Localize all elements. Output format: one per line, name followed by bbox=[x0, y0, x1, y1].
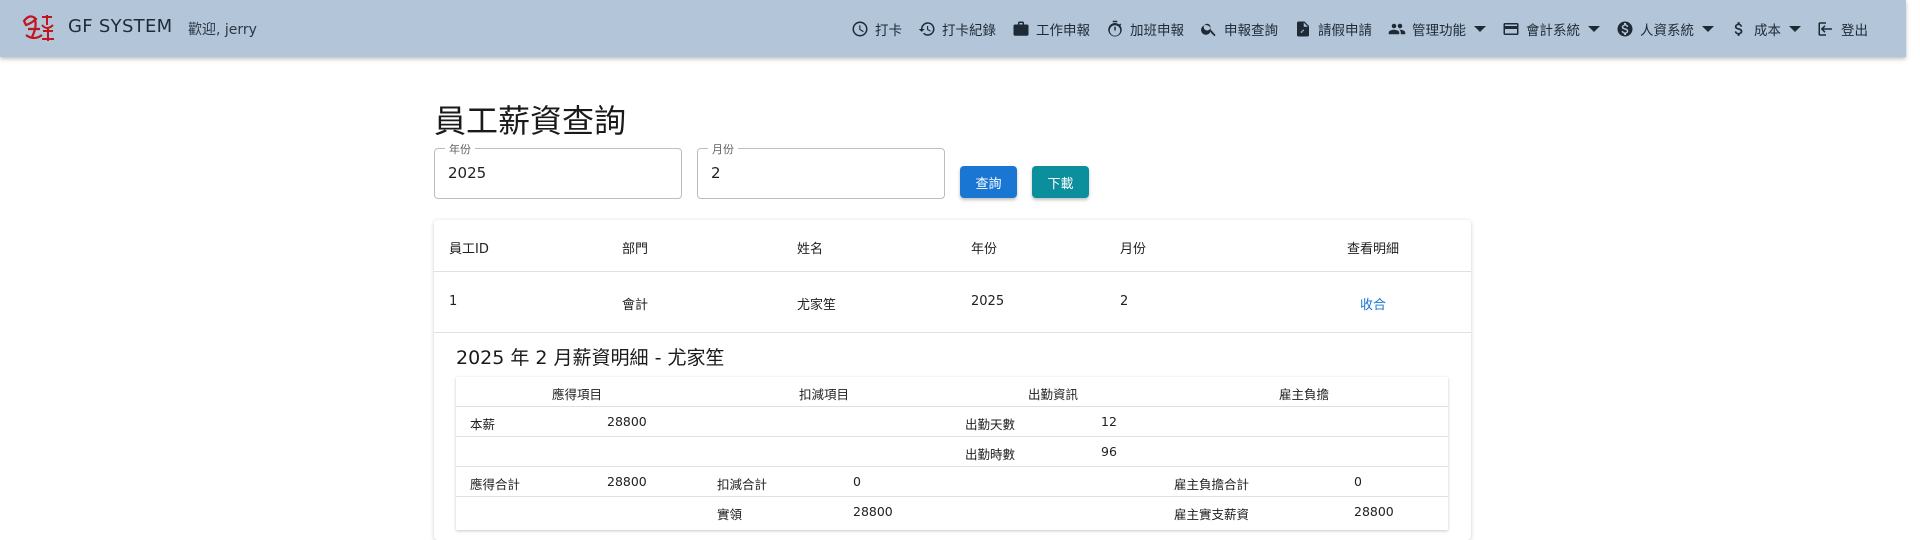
cell-month: 2 bbox=[1120, 294, 1129, 309]
nav-management-label: 管理功能 bbox=[1412, 22, 1466, 39]
nav-report-query[interactable]: 申報查詢 bbox=[1192, 11, 1286, 47]
month-field-label: 月份 bbox=[708, 141, 738, 157]
nav-work-report[interactable]: 工作申報 bbox=[1004, 11, 1098, 47]
nav-logout-label: 登出 bbox=[1841, 22, 1868, 39]
detail-header-deductions: 扣減項目 bbox=[799, 387, 850, 402]
detail-cell: 28800 bbox=[853, 504, 893, 519]
salary-table: 員工ID 部門 姓名 年份 月份 查看明細 1 會計 尤家笙 2025 2 收合… bbox=[434, 220, 1471, 540]
detail-cell: 0 bbox=[1354, 474, 1362, 489]
chevron-down-icon bbox=[1588, 25, 1600, 32]
brand-name[interactable]: GF SYSTEM bbox=[68, 16, 172, 37]
year-field-label: 年份 bbox=[445, 141, 475, 157]
top-nav: 打卡 打卡紀錄 工作申報 加班申報 申報查詢 請假申請 管理功能 會計系統 人資… bbox=[843, 0, 1876, 57]
detail-title: 2025 年 2 月薪資明細 - 尤家笙 bbox=[456, 347, 725, 369]
detail-header-attendance: 出勤資訊 bbox=[1028, 387, 1079, 402]
nav-cost-label: 成本 bbox=[1754, 22, 1781, 39]
detail-header-earnings: 應得項目 bbox=[552, 387, 603, 402]
detail-header-row: 應得項目 扣減項目 出勤資訊 雇主負擔 bbox=[456, 377, 1448, 407]
detail-cell: 本薪 bbox=[470, 417, 496, 432]
header-month: 月份 bbox=[1120, 242, 1147, 257]
nav-hr-label: 人資系統 bbox=[1640, 22, 1694, 39]
detail-cell: 出勤天數 bbox=[965, 417, 1016, 432]
nav-accounting[interactable]: 會計系統 bbox=[1494, 11, 1608, 47]
chevron-down-icon bbox=[1789, 25, 1801, 32]
nav-cost[interactable]: 成本 bbox=[1722, 11, 1809, 47]
month-input[interactable] bbox=[711, 164, 931, 182]
detail-cell: 12 bbox=[1101, 414, 1117, 429]
document-icon bbox=[1297, 21, 1309, 36]
header-department: 部門 bbox=[622, 242, 649, 257]
chevron-down-icon bbox=[1702, 25, 1714, 32]
page-title: 員工薪資查詢 bbox=[434, 102, 627, 140]
table-row: 1 會計 尤家笙 2025 2 收合 bbox=[434, 272, 1471, 333]
nav-logout[interactable]: 登出 bbox=[1809, 11, 1876, 47]
detail-cell: 扣減合計 bbox=[717, 477, 768, 492]
history-icon bbox=[918, 21, 935, 36]
detail-cell: 0 bbox=[853, 474, 861, 489]
year-input[interactable] bbox=[448, 164, 668, 182]
detail-cell: 96 bbox=[1101, 444, 1117, 459]
nav-overtime-report-label: 加班申報 bbox=[1130, 22, 1184, 39]
nav-overtime-report[interactable]: 加班申報 bbox=[1098, 11, 1192, 47]
table-row: 實領 28800 雇主實支薪資 28800 bbox=[456, 497, 1448, 527]
nav-leave-request-label: 請假申請 bbox=[1318, 22, 1372, 39]
detail-cell: 出勤時數 bbox=[965, 447, 1016, 462]
detail-cell: 實領 bbox=[717, 507, 743, 522]
year-field[interactable]: 年份 bbox=[434, 141, 682, 199]
header-year: 年份 bbox=[971, 242, 998, 257]
people-icon bbox=[1388, 23, 1406, 34]
chevron-down-icon bbox=[1474, 25, 1486, 32]
table-row: 應得合計 28800 扣減合計 0 雇主負擔合計 0 bbox=[456, 467, 1448, 497]
company-logo[interactable] bbox=[20, 11, 56, 43]
detail-cell: 雇主實支薪資 bbox=[1174, 507, 1250, 522]
header-employee-id: 員工ID bbox=[449, 242, 489, 257]
cell-name: 尤家笙 bbox=[797, 298, 837, 313]
nav-punch-records-label: 打卡紀錄 bbox=[942, 22, 996, 39]
month-field[interactable]: 月份 bbox=[697, 141, 945, 199]
search-icon bbox=[1201, 23, 1216, 36]
collapse-link[interactable]: 收合 bbox=[1333, 294, 1413, 313]
cell-department: 會計 bbox=[622, 298, 649, 313]
welcome-text: 歡迎, jerry bbox=[188, 22, 257, 38]
nav-punch-label: 打卡 bbox=[875, 22, 902, 39]
app-bar: GF SYSTEM 歡迎, jerry 打卡 打卡紀錄 工作申報 加班申報 申報… bbox=[0, 0, 1906, 57]
nav-hr[interactable]: 人資系統 bbox=[1608, 11, 1722, 47]
query-button[interactable]: 查詢 bbox=[960, 166, 1017, 198]
cell-employee-id: 1 bbox=[449, 294, 458, 309]
dollar-circle-icon bbox=[1617, 21, 1633, 36]
dollar-icon bbox=[1734, 21, 1743, 36]
nav-management[interactable]: 管理功能 bbox=[1380, 11, 1494, 47]
detail-cell: 雇主負擔合計 bbox=[1174, 477, 1250, 492]
header-view-detail: 查看明細 bbox=[1346, 242, 1399, 257]
table-header: 員工ID 部門 姓名 年份 月份 查看明細 bbox=[434, 220, 1471, 272]
download-button[interactable]: 下載 bbox=[1032, 166, 1089, 198]
briefcase-icon bbox=[1013, 21, 1029, 36]
clock-icon bbox=[852, 21, 868, 36]
nav-leave-request[interactable]: 請假申請 bbox=[1286, 11, 1380, 47]
nav-punch-records[interactable]: 打卡紀錄 bbox=[910, 11, 1004, 47]
detail-cell: 28800 bbox=[1354, 504, 1394, 519]
header-name: 姓名 bbox=[797, 242, 824, 257]
credit-card-icon bbox=[1503, 22, 1519, 35]
table-row: 本薪 28800 出勤天數 12 bbox=[456, 407, 1448, 437]
nav-accounting-label: 會計系統 bbox=[1526, 22, 1580, 39]
nav-work-report-label: 工作申報 bbox=[1036, 22, 1090, 39]
detail-cell: 28800 bbox=[607, 414, 647, 429]
cell-year: 2025 bbox=[971, 294, 1005, 309]
table-row: 出勤時數 96 bbox=[456, 437, 1448, 467]
nav-punch[interactable]: 打卡 bbox=[843, 11, 910, 47]
nav-report-query-label: 申報查詢 bbox=[1224, 22, 1278, 39]
logout-icon bbox=[1818, 21, 1832, 36]
salary-detail-table: 應得項目 扣減項目 出勤資訊 雇主負擔 本薪 28800 出勤天數 12 出勤時… bbox=[456, 377, 1448, 530]
detail-cell: 應得合計 bbox=[470, 477, 521, 492]
detail-header-employer: 雇主負擔 bbox=[1279, 387, 1330, 402]
detail-cell: 28800 bbox=[607, 474, 647, 489]
stopwatch-icon bbox=[1108, 20, 1122, 37]
